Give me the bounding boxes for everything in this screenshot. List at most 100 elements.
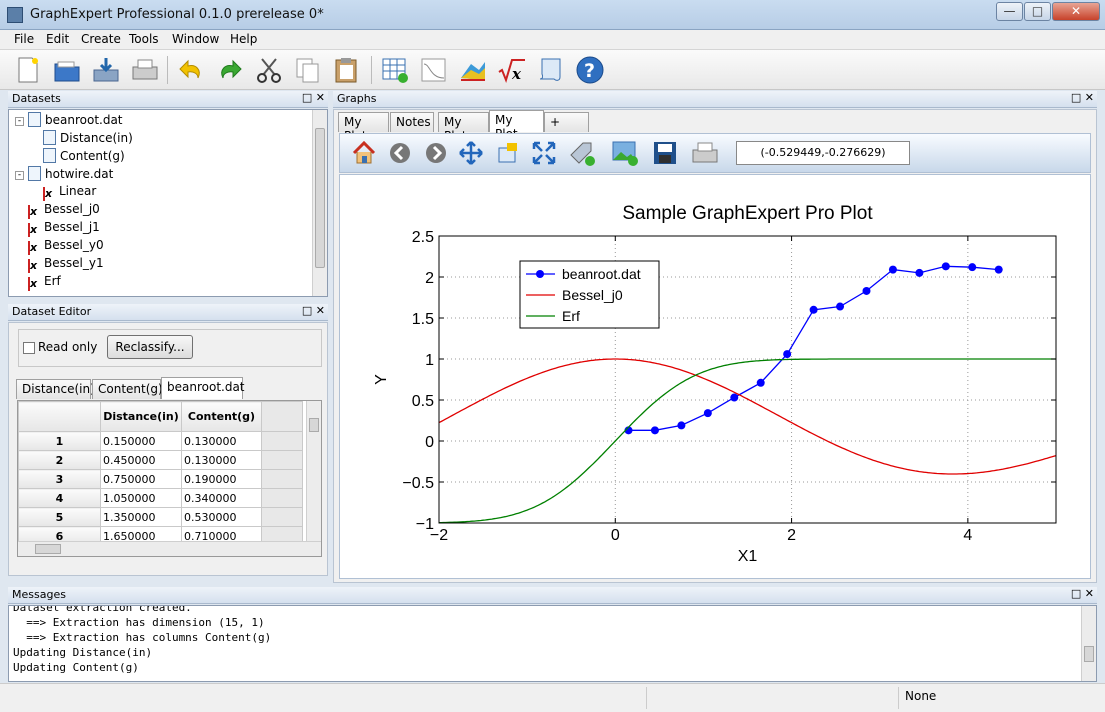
open-folder-icon[interactable] xyxy=(50,53,84,87)
image-add-icon[interactable] xyxy=(608,136,642,170)
messages-scrollbar[interactable] xyxy=(1081,606,1096,681)
zoom-box-icon[interactable] xyxy=(491,136,525,170)
graph-tab-my-plot-active[interactable]: My Plot xyxy=(489,110,544,141)
data-point[interactable] xyxy=(968,263,977,272)
tree-item[interactable]: Distance(in) xyxy=(34,130,133,148)
data-point[interactable] xyxy=(703,409,712,418)
graph-tab-notes[interactable]: Notes xyxy=(390,112,434,132)
graph-tab-my-plot[interactable]: My Plot xyxy=(338,112,389,143)
table-row[interactable]: 3 0.750000 0.190000 xyxy=(18,469,303,489)
fit-expand-icon[interactable] xyxy=(527,136,561,170)
row-header[interactable]: 5 xyxy=(18,507,101,527)
panel-float-close-icons[interactable]: □ ✕ xyxy=(302,91,325,104)
tree-item[interactable]: x Bessel_j1 xyxy=(15,220,100,238)
forward-arrow-icon[interactable] xyxy=(419,136,453,170)
table-cell[interactable]: 0.190000 xyxy=(181,469,262,489)
row-header[interactable]: 3 xyxy=(18,469,101,489)
panel-float-close-icons[interactable]: □ ✕ xyxy=(1071,587,1094,600)
table-cell[interactable]: 1.050000 xyxy=(100,488,182,508)
redo-icon[interactable] xyxy=(213,53,247,87)
table-cell[interactable]: 1.350000 xyxy=(100,507,182,527)
home-icon[interactable] xyxy=(347,136,381,170)
print-plot-icon[interactable] xyxy=(688,136,722,170)
label-tag-add-icon[interactable] xyxy=(565,136,599,170)
maximize-button[interactable]: □ xyxy=(1024,2,1051,21)
data-point[interactable] xyxy=(809,305,818,314)
table-cell[interactable]: 0.750000 xyxy=(100,469,182,489)
table-row[interactable]: 4 1.050000 0.340000 xyxy=(18,488,303,508)
function-icon[interactable]: x xyxy=(495,53,529,87)
grid-corner[interactable] xyxy=(18,401,101,432)
tree-item[interactable]: x Bessel_y1 xyxy=(15,256,104,274)
table-cell[interactable]: 0.340000 xyxy=(181,488,262,508)
data-grid[interactable]: Distance(in) Content(g) 1 0.150000 0.13000… xyxy=(17,400,322,557)
data-point[interactable] xyxy=(994,265,1003,274)
help-icon[interactable]: ? xyxy=(573,53,607,87)
menu-edit[interactable]: Edit xyxy=(46,32,69,46)
graph-tab-add[interactable]: + xyxy=(544,112,589,132)
minimize-button[interactable]: — xyxy=(996,2,1023,21)
script-icon[interactable] xyxy=(534,53,568,87)
table-row[interactable]: 5 1.350000 0.530000 xyxy=(18,507,303,527)
menu-tools[interactable]: Tools xyxy=(129,32,159,46)
graph-tab-my-plot[interactable]: My Plot xyxy=(438,112,489,143)
row-header[interactable]: 4 xyxy=(18,488,101,508)
undo-icon[interactable] xyxy=(174,53,208,87)
data-point[interactable] xyxy=(783,350,792,359)
tree-item[interactable]: x Bessel_j0 xyxy=(15,202,100,220)
plot-canvas[interactable]: −2 0 2 4 −1 −0.5 0 0.5 1 1.5 2 2.5 Sample GraphExpe… xyxy=(339,174,1091,579)
menu-create[interactable]: Create xyxy=(81,32,121,46)
cut-icon[interactable] xyxy=(252,53,286,87)
print-icon[interactable] xyxy=(128,53,162,87)
data-point[interactable] xyxy=(650,426,659,435)
panel-float-close-icons[interactable]: □ ✕ xyxy=(302,304,325,317)
panel-float-close-icons[interactable]: □ ✕ xyxy=(1071,91,1094,104)
data-point[interactable] xyxy=(915,268,924,277)
tree-item[interactable]: Content(g) xyxy=(34,148,125,166)
editor-tab-content[interactable]: Content(g) xyxy=(92,379,163,399)
row-header[interactable]: 1 xyxy=(18,431,101,451)
table-cell[interactable]: 0.150000 xyxy=(100,431,182,451)
chart-svg[interactable]: −2 0 2 4−1−0.500.511.522.5 Sample GraphExpe… xyxy=(340,175,1090,578)
pan-move-icon[interactable] xyxy=(454,136,488,170)
data-point[interactable] xyxy=(756,378,765,387)
tree-item[interactable]: x Linear xyxy=(34,184,96,202)
menu-window[interactable]: Window xyxy=(172,32,219,46)
editor-tab-beanroot[interactable]: beanroot.dat xyxy=(161,377,245,399)
data-point[interactable] xyxy=(730,393,739,402)
table-row[interactable]: 2 0.450000 0.130000 xyxy=(18,450,303,470)
collapse-toggle-icon[interactable]: - xyxy=(15,171,24,180)
data-point[interactable] xyxy=(862,286,871,295)
menu-file[interactable]: File xyxy=(14,32,34,46)
grid-vertical-scrollbar[interactable] xyxy=(306,401,321,542)
datasets-tree[interactable]: - beanroot.dat Distance(in) Content(g) - hotw… xyxy=(8,109,328,297)
table-cell[interactable]: 0.450000 xyxy=(100,450,182,470)
messages-log[interactable]: Dataset extraction created. ==> Extracti… xyxy=(8,605,1097,682)
grid-horizontal-scrollbar[interactable] xyxy=(18,541,321,556)
tree-item[interactable]: - hotwire.dat xyxy=(15,166,113,184)
plot-icon[interactable] xyxy=(417,53,451,87)
back-arrow-icon[interactable] xyxy=(383,136,417,170)
editor-tab-distance[interactable]: Distance(in) xyxy=(16,379,95,399)
tree-item[interactable]: x Bessel_y0 xyxy=(15,238,104,256)
table-row[interactable]: 1 0.150000 0.130000 xyxy=(18,431,303,451)
data-point[interactable] xyxy=(888,265,897,274)
save-floppy-icon[interactable] xyxy=(648,136,682,170)
read-only-checkbox[interactable] xyxy=(23,342,35,354)
data-point[interactable] xyxy=(941,262,950,271)
data-point[interactable] xyxy=(836,302,845,311)
save-disk-icon[interactable] xyxy=(89,53,123,87)
grid-column-header[interactable]: Content(g) xyxy=(181,401,262,432)
table-add-icon[interactable] xyxy=(378,53,412,87)
data-point[interactable] xyxy=(677,421,686,430)
grid-column-header[interactable]: Distance(in) xyxy=(100,401,182,432)
tree-item[interactable]: - beanroot.dat xyxy=(15,112,123,130)
table-cell[interactable]: 0.530000 xyxy=(181,507,262,527)
new-file-icon[interactable] xyxy=(11,53,45,87)
reclassify-button[interactable]: Reclassify... xyxy=(107,335,193,359)
tree-item[interactable]: x Erf xyxy=(15,274,61,292)
table-cell[interactable]: 0.130000 xyxy=(181,450,262,470)
menu-help[interactable]: Help xyxy=(230,32,257,46)
datasets-scrollbar[interactable] xyxy=(312,110,327,296)
row-header[interactable]: 2 xyxy=(18,450,101,470)
